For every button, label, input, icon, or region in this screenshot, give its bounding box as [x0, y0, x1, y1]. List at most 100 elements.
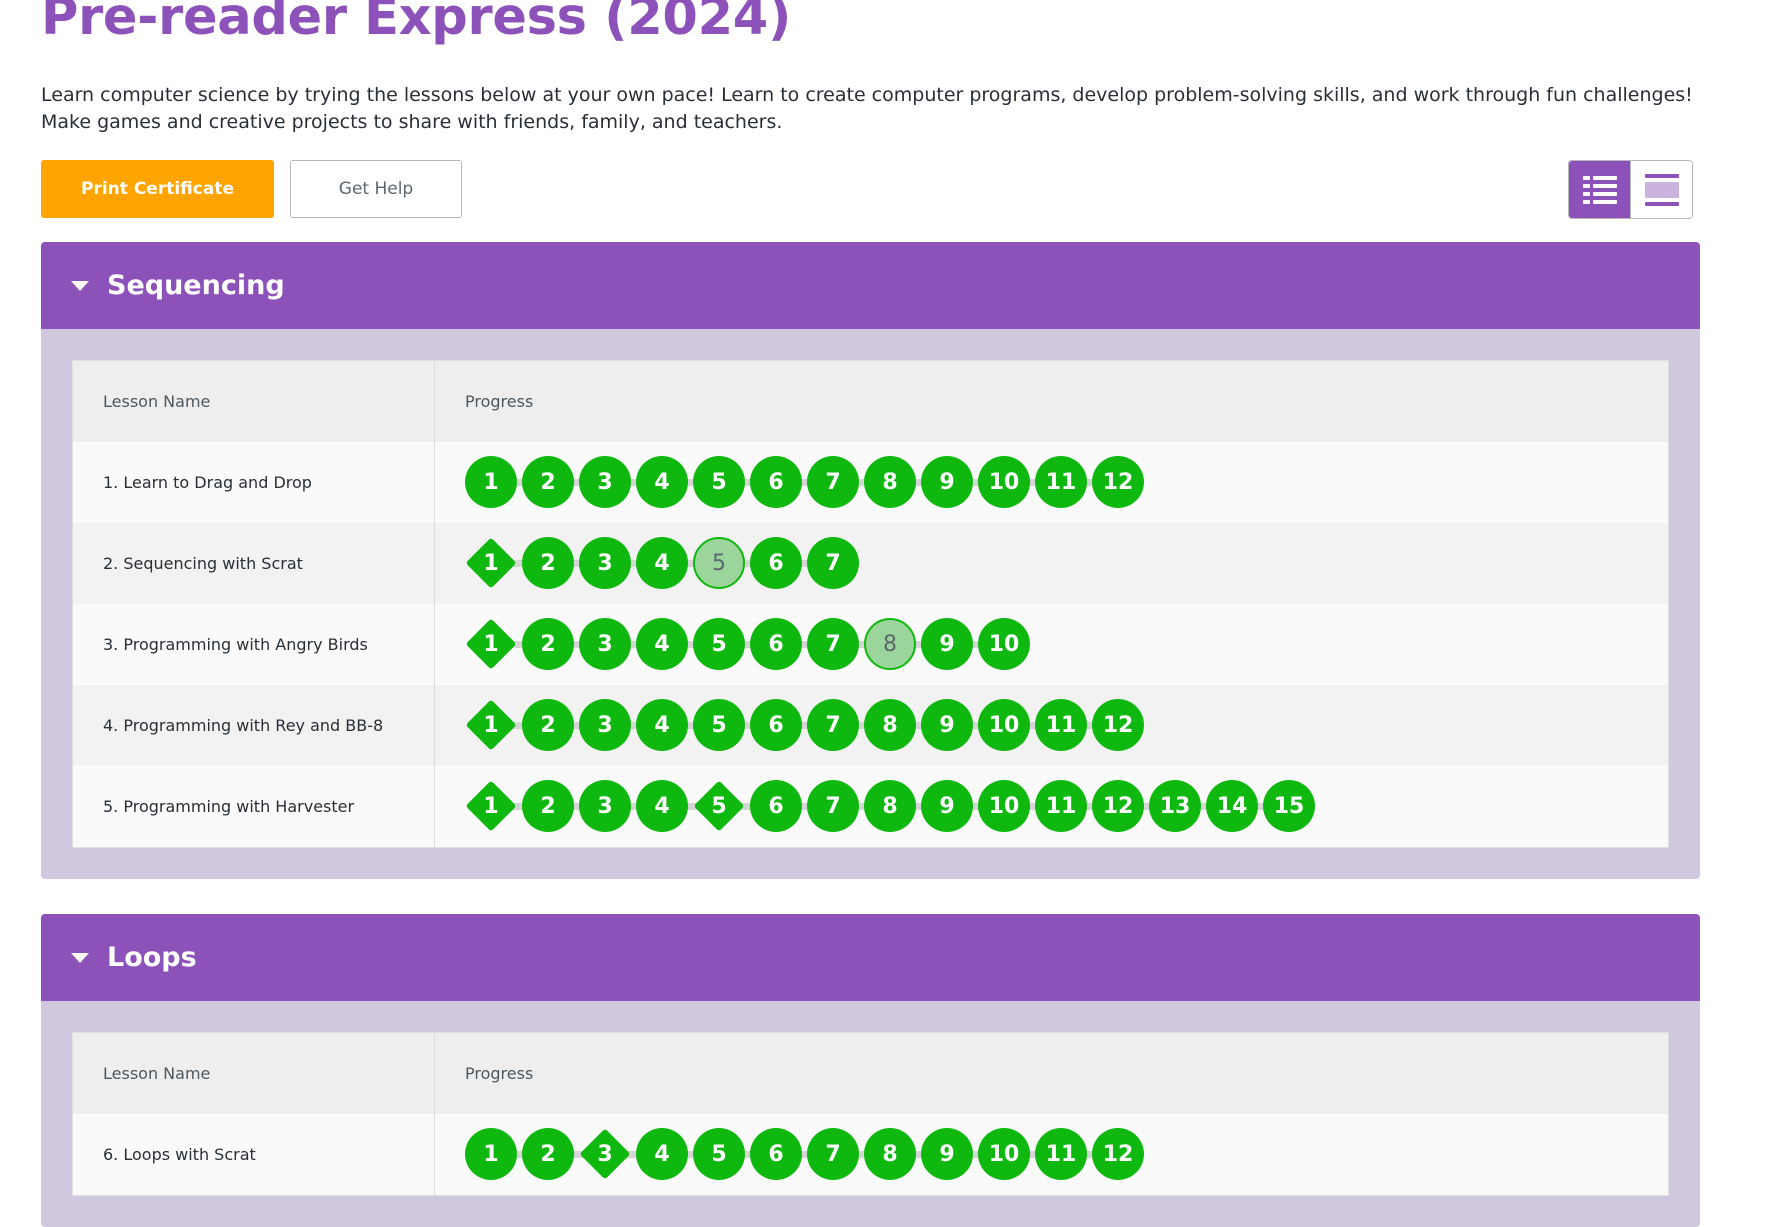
level-bubble[interactable]: 4	[636, 1128, 688, 1180]
level-bubble[interactable]: 5	[693, 1128, 745, 1180]
level-bubble[interactable]: 4	[636, 699, 688, 751]
level-bubble[interactable]: 6	[750, 1128, 802, 1180]
summary-view-button[interactable]	[1630, 161, 1692, 218]
level-bubble[interactable]: 6	[750, 456, 802, 508]
level-number: 8	[883, 631, 897, 657]
level-bubble[interactable]: 4	[636, 456, 688, 508]
level-bubble[interactable]: 7	[807, 618, 859, 670]
section-header[interactable]: Loops	[41, 914, 1700, 1001]
level-number: 3	[597, 1141, 613, 1167]
level-bubble[interactable]: 5	[693, 618, 745, 670]
level-bubble[interactable]: 9	[921, 1128, 973, 1180]
level-bubble[interactable]: 7	[807, 780, 859, 832]
level-number: 10	[988, 469, 1020, 495]
level-bubble[interactable]: 8	[864, 699, 916, 751]
level-bubble[interactable]: 4	[636, 780, 688, 832]
level-diamond-bubble[interactable]: 3	[579, 1128, 631, 1180]
level-bubble[interactable]: 6	[750, 618, 802, 670]
level-bubble[interactable]: 13	[1149, 780, 1201, 832]
level-bubble[interactable]: 9	[921, 780, 973, 832]
level-bubble[interactable]: 7	[807, 537, 859, 589]
level-bubble[interactable]: 12	[1092, 780, 1144, 832]
get-help-button[interactable]: Get Help	[290, 160, 462, 218]
level-bubble[interactable]: 6	[750, 780, 802, 832]
level-number: 3	[597, 550, 613, 576]
level-bubble[interactable]: 6	[750, 537, 802, 589]
level-bubble[interactable]: 11	[1035, 1128, 1087, 1180]
level-bubble[interactable]: 11	[1035, 456, 1087, 508]
lesson-name[interactable]: 6. Loops with Scrat	[72, 1113, 435, 1195]
progress-header: Progress	[465, 1063, 534, 1083]
level-bubble[interactable]: 5	[693, 699, 745, 751]
level-number: 1	[483, 712, 499, 738]
level-bubble[interactable]: 2	[522, 456, 574, 508]
lesson-name[interactable]: 5. Programming with Harvester	[72, 765, 435, 847]
level-bubble[interactable]: 9	[921, 699, 973, 751]
lesson-table: Lesson Name Progress 1. Learn to Drag and …	[72, 360, 1669, 848]
level-bubble[interactable]: 14	[1206, 780, 1258, 832]
level-number: 7	[825, 469, 841, 495]
level-bubble[interactable]: 10	[978, 456, 1030, 508]
level-number: 4	[654, 631, 670, 657]
level-bubble[interactable]: 11	[1035, 780, 1087, 832]
lesson-name[interactable]: 2. Sequencing with Scrat	[72, 522, 435, 604]
level-bubble[interactable]: 6	[750, 699, 802, 751]
level-bubble[interactable]: 10	[978, 780, 1030, 832]
level-number: 3	[597, 712, 613, 738]
level-diamond-bubble[interactable]: 1	[465, 618, 517, 670]
level-number: 11	[1045, 1141, 1077, 1167]
lesson-name[interactable]: 3. Programming with Angry Birds	[72, 603, 435, 685]
section-header[interactable]: Sequencing	[41, 242, 1700, 329]
level-bubble[interactable]: 5	[693, 537, 745, 589]
level-diamond-bubble[interactable]: 1	[465, 537, 517, 589]
lesson-name-header: Lesson Name	[72, 360, 435, 442]
lesson-name[interactable]: 1. Learn to Drag and Drop	[72, 441, 435, 523]
level-bubble[interactable]: 10	[978, 618, 1030, 670]
lesson-name[interactable]: 4. Programming with Rey and BB-8	[72, 684, 435, 766]
table-row: 2. Sequencing with Scrat 1 2 3 4 5 6 7	[72, 522, 1669, 604]
level-diamond-bubble[interactable]: 1	[465, 699, 517, 751]
print-certificate-button[interactable]: Print Certificate	[41, 160, 274, 218]
level-bubble[interactable]: 2	[522, 537, 574, 589]
level-bubble[interactable]: 8	[864, 1128, 916, 1180]
level-bubble[interactable]: 1	[465, 456, 517, 508]
level-bubble[interactable]: 2	[522, 699, 574, 751]
level-bubble[interactable]: 12	[1092, 456, 1144, 508]
level-bubble[interactable]: 8	[864, 618, 916, 670]
level-bubble[interactable]: 9	[921, 456, 973, 508]
level-number: 4	[654, 469, 670, 495]
level-bubble[interactable]: 4	[636, 618, 688, 670]
level-bubble[interactable]: 7	[807, 699, 859, 751]
level-diamond-bubble[interactable]: 1	[465, 780, 517, 832]
level-bubble[interactable]: 8	[864, 456, 916, 508]
level-bubble[interactable]: 12	[1092, 699, 1144, 751]
progress-cell: 1 2 3 4 5 6 7 8 9 10 11 12	[435, 685, 1669, 766]
caret-down-icon	[71, 952, 89, 963]
level-bubble[interactable]: 4	[636, 537, 688, 589]
level-bubble[interactable]: 3	[579, 618, 631, 670]
level-bubble[interactable]: 12	[1092, 1128, 1144, 1180]
level-bubble[interactable]: 10	[978, 699, 1030, 751]
level-number: 5	[711, 631, 727, 657]
level-bubble[interactable]: 11	[1035, 699, 1087, 751]
list-view-button[interactable]	[1569, 161, 1630, 218]
level-number: 13	[1159, 793, 1191, 819]
level-bubble[interactable]: 2	[522, 780, 574, 832]
table-row: 1. Learn to Drag and Drop 1 2 3 4 5 6 7 8 9 10 11 12	[72, 441, 1669, 523]
level-diamond-bubble[interactable]: 5	[693, 780, 745, 832]
level-bubble[interactable]: 2	[522, 618, 574, 670]
level-bubble[interactable]: 3	[579, 699, 631, 751]
level-bubble[interactable]: 5	[693, 456, 745, 508]
level-bubble[interactable]: 2	[522, 1128, 574, 1180]
level-bubble[interactable]: 8	[864, 780, 916, 832]
level-bubble[interactable]: 7	[807, 456, 859, 508]
level-number: 7	[825, 631, 841, 657]
level-bubble[interactable]: 3	[579, 537, 631, 589]
level-bubble[interactable]: 15	[1263, 780, 1315, 832]
level-bubble[interactable]: 9	[921, 618, 973, 670]
level-bubble[interactable]: 3	[579, 456, 631, 508]
level-bubble[interactable]: 7	[807, 1128, 859, 1180]
level-bubble[interactable]: 3	[579, 780, 631, 832]
level-bubble[interactable]: 10	[978, 1128, 1030, 1180]
level-bubble[interactable]: 1	[465, 1128, 517, 1180]
